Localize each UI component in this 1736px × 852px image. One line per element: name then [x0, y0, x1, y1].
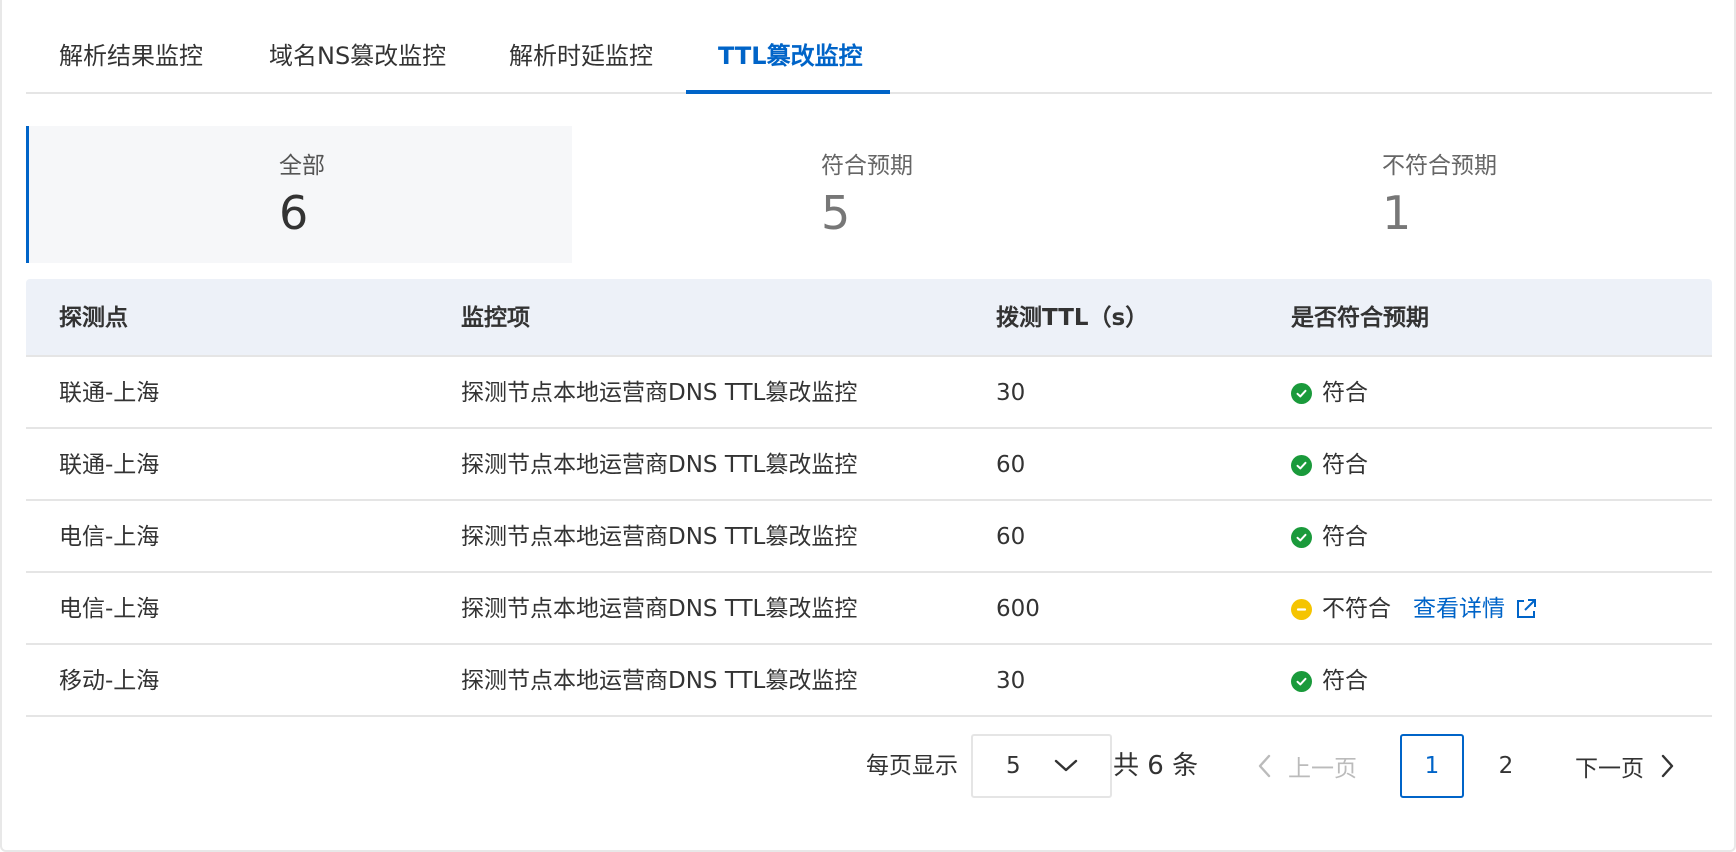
view-details-label: 查看详情	[1413, 596, 1505, 622]
cell-status: 符合	[1291, 429, 1368, 501]
tab-resolution-latency[interactable]: 解析时延监控	[509, 0, 653, 94]
status-text: 符合	[1322, 668, 1368, 694]
view-details-link[interactable]: 查看详情	[1413, 573, 1537, 645]
status-text: 符合	[1322, 380, 1368, 406]
next-page-label: 下一页	[1575, 756, 1644, 782]
cell-status: 符合	[1291, 501, 1368, 573]
cell-probe: 联通-上海	[59, 380, 160, 406]
check-circle-icon	[1291, 382, 1312, 404]
cell-ttl: 60	[996, 452, 1026, 478]
ttl-monitor-panel: 解析结果监控 域名NS篡改监控 解析时延监控 TTL篡改监控 全部 6 符合预期…	[0, 0, 1736, 852]
cell-ttl: 60	[996, 524, 1026, 550]
page-2-button[interactable]: 2	[1474, 734, 1538, 798]
status-text: 符合	[1322, 452, 1368, 478]
results-table: 探测点 监控项 拨测TTL（s） 是否符合预期 联通-上海 探测节点本地运营商D…	[26, 279, 1712, 717]
cell-ttl: 600	[996, 596, 1040, 622]
stat-mismatch-value: 1	[1382, 186, 1412, 240]
summary-stats: 全部 6 符合预期 5 不符合预期 1	[26, 126, 1712, 263]
chevron-left-icon	[1258, 754, 1271, 778]
external-link-icon	[1517, 599, 1536, 618]
status-text: 不符合	[1322, 596, 1391, 622]
status-text: 符合	[1322, 524, 1368, 550]
table-row: 电信-上海 探测节点本地运营商DNS TTL篡改监控 600 不符合 查看详情	[26, 573, 1712, 645]
stat-mismatch-label: 不符合预期	[1382, 153, 1497, 179]
per-page-label: 每页显示	[866, 753, 958, 779]
minus-circle-icon	[1291, 598, 1312, 620]
per-page-value: 5	[1006, 753, 1021, 779]
stat-match[interactable]: 符合预期 5	[572, 126, 1142, 263]
cell-probe: 电信-上海	[59, 524, 160, 550]
stat-match-label: 符合预期	[821, 153, 913, 179]
stat-all[interactable]: 全部 6	[26, 126, 572, 263]
chevron-down-icon	[1054, 759, 1078, 772]
cell-item: 探测节点本地运营商DNS TTL篡改监控	[461, 524, 858, 550]
page-1-button[interactable]: 1	[1400, 734, 1464, 798]
pagination: 每页显示 5 共 6 条 上一页 1 2 下一页	[2, 734, 1736, 798]
check-circle-icon	[1291, 526, 1312, 548]
stat-all-label: 全部	[279, 153, 325, 179]
cell-status: 符合	[1291, 357, 1368, 429]
cell-probe: 移动-上海	[59, 668, 160, 694]
cell-status: 符合	[1291, 645, 1368, 717]
prev-page-button[interactable]: 上一页	[1256, 734, 1357, 798]
total-count: 共 6 条	[1113, 751, 1199, 781]
cell-ttl: 30	[996, 380, 1026, 406]
tab-ns-tamper[interactable]: 域名NS篡改监控	[269, 0, 446, 94]
table-row: 电信-上海 探测节点本地运营商DNS TTL篡改监控 60 符合	[26, 501, 1712, 573]
stat-all-value: 6	[279, 186, 309, 240]
column-header-ttl: 拨测TTL（s）	[996, 305, 1149, 331]
column-header-status: 是否符合预期	[1291, 305, 1429, 331]
stat-mismatch[interactable]: 不符合预期 1	[1142, 126, 1712, 263]
cell-ttl: 30	[996, 668, 1026, 694]
active-tab-indicator	[686, 90, 890, 94]
cell-status: 不符合 查看详情	[1291, 573, 1537, 645]
table-row: 联通-上海 探测节点本地运营商DNS TTL篡改监控 60 符合	[26, 429, 1712, 501]
cell-item: 探测节点本地运营商DNS TTL篡改监控	[461, 380, 858, 406]
cell-probe: 电信-上海	[59, 596, 160, 622]
table-row: 移动-上海 探测节点本地运营商DNS TTL篡改监控 30 符合	[26, 645, 1712, 717]
prev-page-label: 上一页	[1288, 756, 1357, 782]
column-header-item: 监控项	[461, 305, 530, 331]
column-header-probe: 探测点	[59, 305, 128, 331]
tab-resolution-result[interactable]: 解析结果监控	[59, 0, 203, 94]
cell-item: 探测节点本地运营商DNS TTL篡改监控	[461, 452, 858, 478]
cell-item: 探测节点本地运营商DNS TTL篡改监控	[461, 668, 858, 694]
monitor-tabs: 解析结果监控 域名NS篡改监控 解析时延监控 TTL篡改监控	[26, 0, 1712, 94]
stat-match-value: 5	[821, 186, 851, 240]
tab-ttl-tamper[interactable]: TTL篡改监控	[718, 0, 863, 94]
table-header: 探测点 监控项 拨测TTL（s） 是否符合预期	[26, 279, 1712, 357]
per-page-select[interactable]: 5	[971, 734, 1112, 798]
cell-probe: 联通-上海	[59, 452, 160, 478]
next-page-button[interactable]: 下一页	[1575, 734, 1676, 798]
chevron-right-icon	[1661, 754, 1674, 778]
cell-item: 探测节点本地运营商DNS TTL篡改监控	[461, 596, 858, 622]
check-circle-icon	[1291, 670, 1312, 692]
check-circle-icon	[1291, 454, 1312, 476]
table-row: 联通-上海 探测节点本地运营商DNS TTL篡改监控 30 符合	[26, 357, 1712, 429]
